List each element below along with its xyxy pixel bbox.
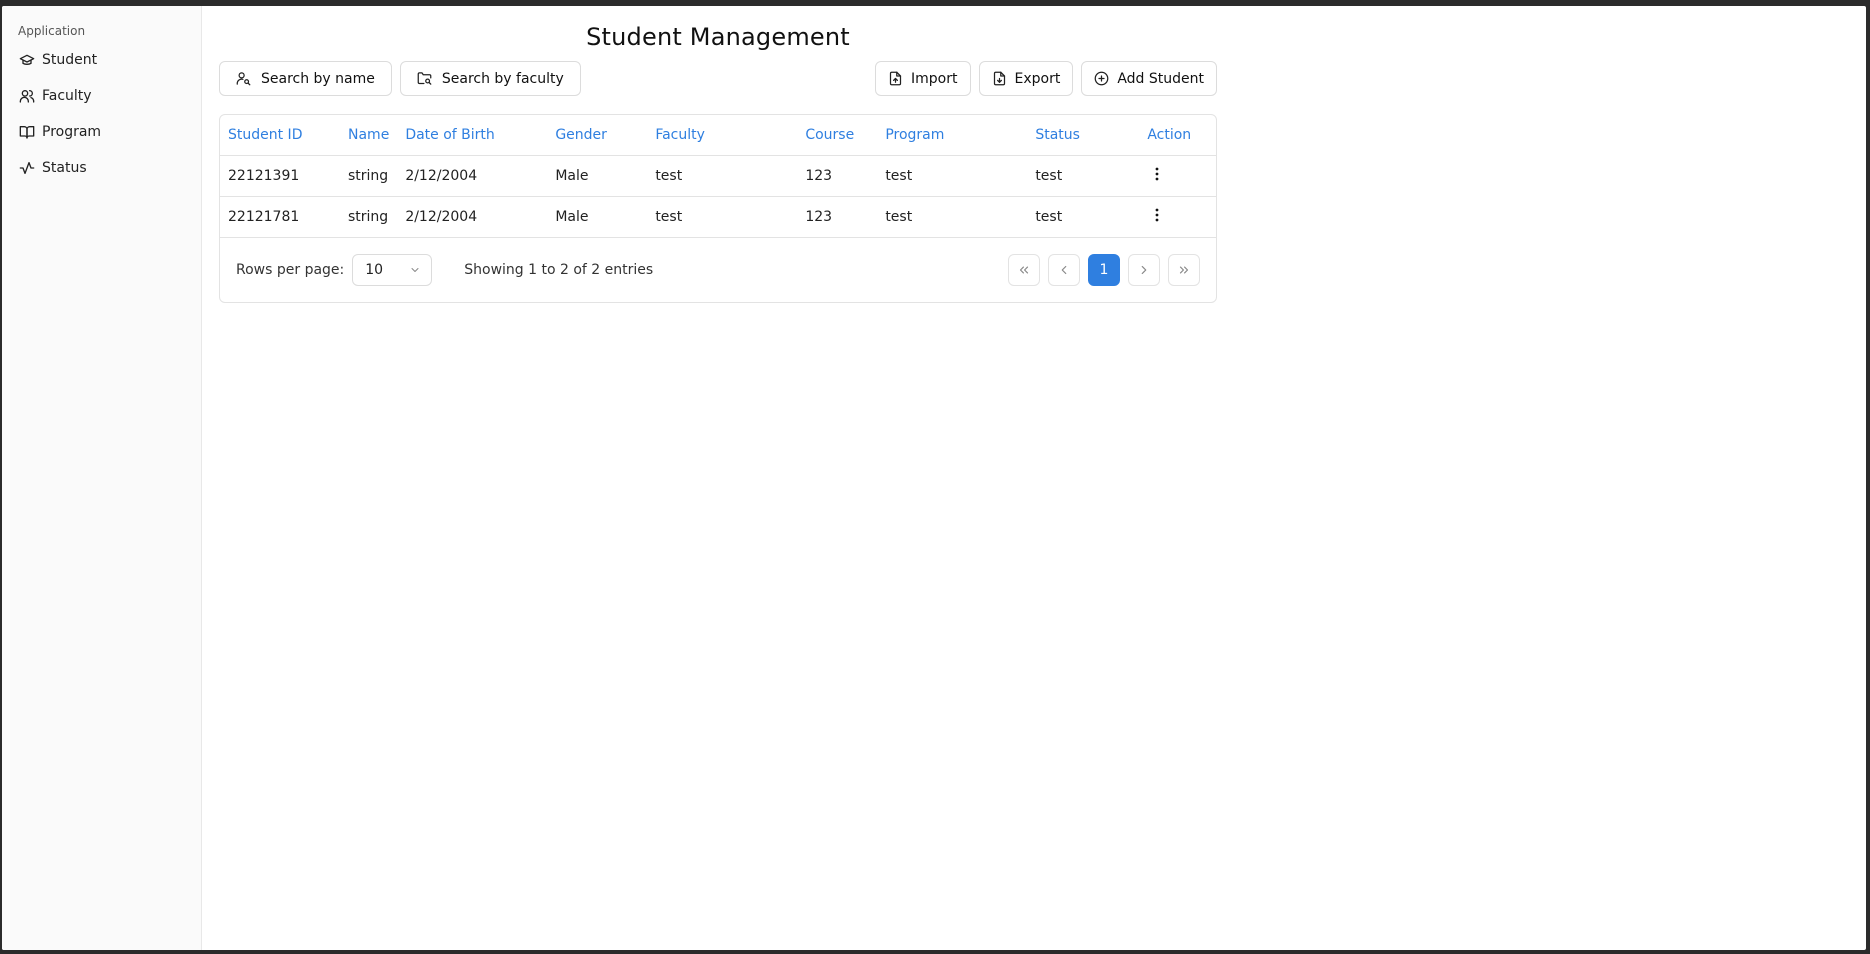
table-row[interactable]: 22121391 string 2/12/2004 Male test 123 … — [220, 155, 1216, 197]
students-table-card: Student ID Name Date of Birth Gender Fac… — [219, 114, 1217, 303]
sidebar-item-label: Student — [42, 52, 98, 68]
cell-gender: Male — [547, 196, 648, 238]
search-by-faculty-button[interactable]: Search by faculty — [399, 61, 581, 96]
prev-page-button[interactable] — [1048, 253, 1080, 286]
more-vertical-icon — [1155, 167, 1159, 180]
column-header[interactable]: Status — [1027, 115, 1140, 156]
column-header[interactable]: Course — [797, 115, 878, 156]
user-search-icon — [236, 72, 251, 86]
students-table: Student ID Name Date of Birth Gender Fac… — [220, 115, 1216, 238]
export-button[interactable]: Export — [978, 61, 1074, 96]
import-label: Import — [911, 70, 958, 87]
rows-per-page-label: Rows per page: — [236, 261, 345, 278]
sidebar-item-status[interactable]: Status — [2, 150, 201, 186]
search-by-name-button[interactable]: Search by name — [219, 61, 392, 96]
page-title: Student Management — [586, 23, 850, 51]
cell-name: string — [340, 155, 398, 197]
table-row[interactable]: 22121781 string 2/12/2004 Male test 123 … — [220, 196, 1216, 238]
cell-action — [1139, 155, 1216, 197]
search-by-faculty-label: Search by faculty — [441, 70, 564, 87]
activity-icon — [18, 159, 36, 177]
entries-summary: Showing 1 to 2 of 2 entries — [464, 261, 654, 278]
pagination: 1 — [1008, 253, 1200, 286]
sidebar-item-label: Status — [42, 160, 87, 176]
cell-faculty: test — [647, 196, 798, 238]
column-header[interactable]: Gender — [547, 115, 648, 156]
cell-status: test — [1027, 196, 1140, 238]
cell-student-id: 22121781 — [220, 196, 340, 238]
cell-program: test — [877, 196, 1028, 238]
cell-action — [1139, 196, 1216, 238]
chevrons-right-icon — [1179, 266, 1189, 273]
cell-name: string — [340, 196, 398, 238]
cell-course: 123 — [797, 196, 878, 238]
plus-circle-icon — [1094, 71, 1109, 86]
sidebar-item-label: Program — [42, 124, 102, 140]
cell-gender: Male — [547, 155, 648, 197]
export-label: Export — [1014, 70, 1061, 87]
sidebar-item-faculty[interactable]: Faculty — [2, 78, 201, 114]
cell-status: test — [1027, 155, 1140, 197]
add-student-label: Add Student — [1117, 70, 1204, 87]
graduation-cap-icon — [18, 51, 36, 69]
toolbar: Search by name Search by faculty Import … — [219, 61, 1217, 97]
sidebar-item-label: Faculty — [42, 88, 92, 104]
sidebar-item-program[interactable]: Program — [2, 114, 201, 150]
cell-dob: 2/12/2004 — [397, 155, 548, 197]
cell-student-id: 22121391 — [220, 155, 340, 197]
next-page-button[interactable] — [1128, 253, 1160, 286]
last-page-button[interactable] — [1168, 253, 1200, 286]
search-by-name-label: Search by name — [261, 70, 375, 87]
more-vertical-icon — [1155, 208, 1159, 221]
table-header-row: Student ID Name Date of Birth Gender Fac… — [220, 115, 1216, 156]
app-window: Application Student Faculty Program Stat… — [2, 6, 1866, 950]
column-header[interactable]: Name — [340, 115, 398, 156]
first-page-button[interactable] — [1008, 253, 1040, 286]
sidebar: Application Student Faculty Program Stat… — [2, 6, 202, 950]
column-header[interactable]: Program — [877, 115, 1028, 156]
row-actions-button[interactable] — [1147, 208, 1167, 222]
row-actions-button[interactable] — [1147, 167, 1167, 181]
sidebar-group-label: Application — [18, 24, 86, 38]
cell-course: 123 — [797, 155, 878, 197]
rows-per-page-value: 10 — [365, 261, 384, 278]
add-student-button[interactable]: Add Student — [1081, 61, 1217, 96]
file-upload-icon — [889, 71, 902, 86]
page-button-current[interactable]: 1 — [1088, 253, 1120, 286]
rows-per-page-select[interactable]: 10 — [352, 253, 433, 286]
cell-program: test — [877, 155, 1028, 197]
chevron-down-icon — [411, 267, 419, 272]
folder-search-icon — [417, 72, 432, 85]
cell-dob: 2/12/2004 — [397, 196, 548, 238]
column-header[interactable]: Date of Birth — [397, 115, 548, 156]
column-header[interactable]: Student ID — [220, 115, 340, 156]
cell-faculty: test — [647, 155, 798, 197]
chevron-right-icon — [1141, 265, 1147, 274]
column-header: Action — [1139, 115, 1216, 156]
file-download-icon — [993, 71, 1005, 86]
import-button[interactable]: Import — [875, 61, 971, 96]
book-open-icon — [18, 123, 36, 141]
column-header[interactable]: Faculty — [647, 115, 798, 156]
sidebar-item-student[interactable]: Student — [2, 42, 201, 78]
main-content: Student Management Search by name Search… — [202, 6, 1866, 950]
chevron-left-icon — [1061, 265, 1067, 274]
users-icon — [18, 87, 36, 105]
chevrons-left-icon — [1019, 266, 1029, 273]
table-footer: Rows per page: 10 Showing 1 to 2 of 2 en… — [220, 238, 1216, 302]
